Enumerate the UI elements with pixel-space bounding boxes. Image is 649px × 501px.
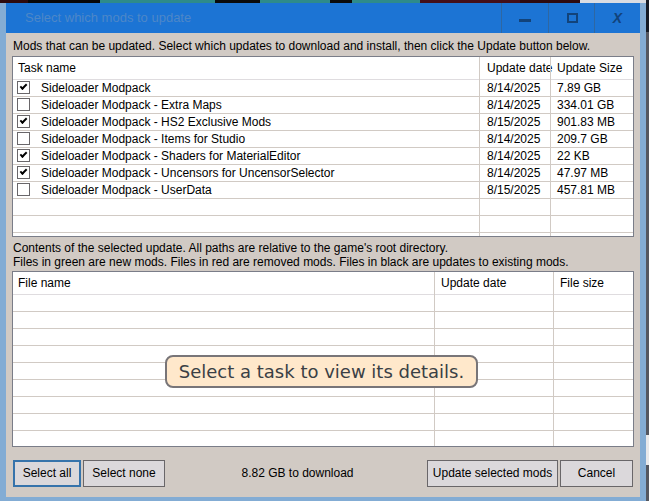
task-row-empty <box>13 199 633 216</box>
file-row-empty <box>13 397 633 414</box>
download-total-text: 8.82 GB to download <box>235 466 360 480</box>
task-name: Sideloader Modpack - Extra Maps <box>41 97 222 113</box>
task-date: 8/14/2025 <box>487 97 540 113</box>
details-caption-line2: Files in green are new mods. Files in re… <box>13 255 569 269</box>
task-row-empty <box>13 233 633 237</box>
task-size: 209.7 GB <box>557 131 608 147</box>
task-date: 8/14/2025 <box>487 165 540 181</box>
task-size: 334.01 GB <box>557 97 614 113</box>
checkmark-icon <box>20 167 28 175</box>
task-size: 7.89 GB <box>557 80 601 96</box>
task-name: Sideloader Modpack - Uncensors for Uncen… <box>41 165 334 181</box>
dialog-body: Mods that can be updated. Select which u… <box>6 33 640 497</box>
task-row[interactable]: Sideloader Modpack 8/14/2025 7.89 GB <box>13 80 633 97</box>
minimize-button[interactable] <box>502 3 548 33</box>
file-row-empty <box>13 295 633 312</box>
task-date: 8/14/2025 <box>487 148 540 164</box>
task-name: Sideloader Modpack - Shaders for Materia… <box>41 148 300 164</box>
task-checkbox-unchecked[interactable] <box>17 183 30 196</box>
file-row-empty <box>13 312 633 329</box>
task-date: 8/15/2025 <box>487 182 540 198</box>
col-file-size[interactable]: File size <box>560 272 604 294</box>
files-table-header: File name Update date File size <box>13 272 633 295</box>
task-name: Sideloader Modpack <box>41 80 150 96</box>
task-name: Sideloader Modpack - UserData <box>41 182 212 198</box>
dialog-window: Select which mods to update X Mods that … <box>0 3 646 501</box>
col-file-name[interactable]: File name <box>18 272 71 294</box>
checkmark-icon <box>20 150 28 158</box>
task-row[interactable]: Sideloader Modpack - Uncensors for Uncen… <box>13 165 633 182</box>
tasks-table-header: Task name Update date Update Size <box>13 57 633 80</box>
task-row[interactable]: Sideloader Modpack - UserData 8/15/2025 45… <box>13 182 633 199</box>
task-size: 457.81 MB <box>557 182 615 198</box>
task-date: 8/15/2025 <box>487 114 540 130</box>
task-row-empty <box>13 216 633 233</box>
details-tooltip: Select a task to view its details. <box>165 355 478 388</box>
checkmark-icon <box>20 82 28 90</box>
col-task-name[interactable]: Task name <box>18 57 76 79</box>
task-checkbox-checked[interactable] <box>17 166 30 179</box>
maximize-icon <box>567 13 578 23</box>
task-checkbox-checked[interactable] <box>17 81 30 94</box>
task-row[interactable]: Sideloader Modpack - Items for Studio 8/1… <box>13 131 633 148</box>
task-name: Sideloader Modpack - Items for Studio <box>41 131 245 147</box>
file-row-empty <box>13 431 633 447</box>
details-caption-line1: Contents of the selected update. All pat… <box>13 241 448 255</box>
task-checkbox-checked[interactable] <box>17 115 30 128</box>
maximize-button[interactable] <box>549 3 594 33</box>
task-date: 8/14/2025 <box>487 131 540 147</box>
checkmark-icon <box>20 116 28 124</box>
task-row[interactable]: Sideloader Modpack - Shaders for Materia… <box>13 148 633 165</box>
title-bar[interactable]: Select which mods to update X <box>6 3 640 33</box>
window-title: Select which mods to update <box>25 3 191 33</box>
tasks-rows: Sideloader Modpack8/14/20257.89 GBSidelo… <box>13 80 633 237</box>
select-all-button[interactable]: Select all <box>13 460 81 487</box>
task-size: 22 KB <box>557 148 590 164</box>
description-text: Mods that can be updated. Select which u… <box>13 39 590 53</box>
col-file-update-date[interactable]: Update date <box>441 272 506 294</box>
task-name: Sideloader Modpack - HS2 Exclusive Mods <box>41 114 271 130</box>
close-button[interactable]: X <box>595 3 640 33</box>
task-row[interactable]: Sideloader Modpack - Extra Maps 8/14/2025… <box>13 97 633 114</box>
file-row-empty <box>13 329 633 346</box>
task-row[interactable]: Sideloader Modpack - HS2 Exclusive Mods 8… <box>13 114 633 131</box>
file-row-empty <box>13 414 633 431</box>
col-update-size[interactable]: Update Size <box>557 57 622 79</box>
task-checkbox-unchecked[interactable] <box>17 132 30 145</box>
close-icon: X <box>595 3 640 33</box>
task-checkbox-unchecked[interactable] <box>17 98 30 111</box>
cancel-button[interactable]: Cancel <box>560 460 633 487</box>
task-size: 47.97 MB <box>557 165 608 181</box>
select-none-button[interactable]: Select none <box>83 460 165 487</box>
task-checkbox-checked[interactable] <box>17 149 30 162</box>
task-date: 8/14/2025 <box>487 80 540 96</box>
col-update-date[interactable]: Update date <box>487 57 552 79</box>
task-size: 901.83 MB <box>557 114 615 130</box>
update-selected-button[interactable]: Update selected mods <box>427 460 558 487</box>
minimize-icon <box>519 19 531 22</box>
tasks-table: Task name Update date Update Size Sidelo… <box>12 56 634 237</box>
